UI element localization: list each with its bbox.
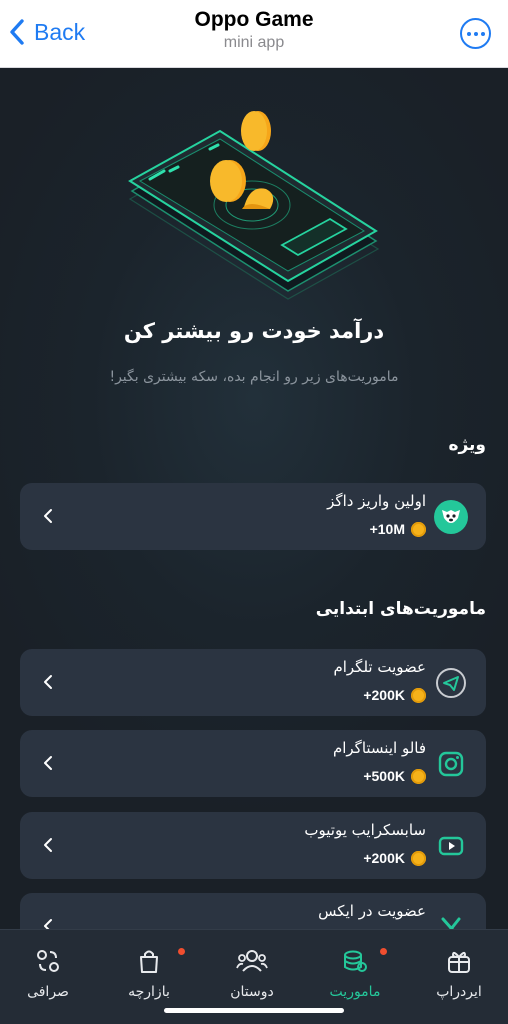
nav-label: صرافی [27, 984, 69, 1000]
nav-exchange[interactable]: صرافی [3, 946, 93, 1000]
reward-amount: +200K [363, 850, 405, 866]
chevron-left-icon [44, 756, 52, 770]
coin-icon [411, 850, 426, 866]
reward-amount: +200K [363, 687, 405, 703]
task-reward: +200K [363, 687, 426, 703]
app-title: Oppo Game [194, 8, 314, 31]
task-reward: +500K [363, 768, 426, 784]
task-name: سابسکرایب یوتیوب [304, 821, 426, 839]
task-card-x[interactable]: عضویت در ایکس [20, 893, 486, 929]
telegram-icon [434, 666, 468, 700]
notification-badge [380, 948, 387, 955]
task-name: عضویت تلگرام [333, 658, 426, 676]
instagram-icon [434, 747, 468, 781]
task-card-youtube[interactable]: سابسکرایب یوتیوب +200K [20, 812, 486, 879]
more-icon-dot [473, 31, 478, 36]
nav-missions[interactable]: ماموریت [310, 946, 400, 1000]
coin-icon [411, 768, 426, 784]
page-subheadline: ماموریت‌های زیر رو انجام بده، سکه بیشتری… [109, 369, 399, 385]
nav-label: ماموریت [329, 984, 381, 1000]
section-title-basic: ماموریت‌های ابتدایی [315, 599, 486, 619]
task-name: فالو اینستاگرام [332, 739, 426, 757]
notification-badge [178, 948, 185, 955]
chevron-left-icon [44, 509, 52, 523]
reward-amount: +10M [369, 521, 405, 537]
nav-label: بازارچه [128, 984, 170, 1000]
nav-friends[interactable]: دوستان [207, 946, 297, 1000]
task-reward: +200K [363, 850, 426, 866]
nav-airdrop[interactable]: ایردراپ [414, 946, 504, 1000]
youtube-icon [434, 829, 468, 863]
section-title-special: ویژه [448, 435, 486, 455]
task-card-telegram[interactable]: عضویت تلگرام +200K [20, 649, 486, 716]
missions-content: درآمد خودت رو بیشتر کن ماموریت‌های زیر ر… [0, 69, 508, 929]
home-indicator [164, 1008, 344, 1013]
bag-icon [104, 946, 194, 976]
coin-icon [411, 521, 426, 537]
friends-icon [207, 946, 297, 976]
task-card-instagram[interactable]: فالو اینستاگرام +500K [20, 730, 486, 797]
more-button[interactable] [460, 18, 491, 49]
title-block: Oppo Game mini app [0, 7, 508, 53]
page-headline: درآمد خودت رو بیشتر کن [123, 319, 385, 343]
reward-amount: +500K [363, 768, 405, 784]
coins-icon [310, 946, 400, 976]
chevron-left-icon [44, 675, 52, 689]
task-card-dogs-deposit[interactable]: اولین واریز داگز +10M [20, 483, 486, 550]
exchange-icon [3, 946, 93, 976]
chevron-left-icon [44, 838, 52, 852]
coin-icon [411, 687, 426, 703]
task-name: اولین واریز داگز [327, 492, 426, 510]
dogs-icon [434, 500, 468, 534]
chevron-left-icon [44, 919, 52, 929]
more-icon [466, 31, 471, 36]
x-icon [434, 910, 468, 929]
task-reward: +10M [370, 521, 426, 537]
nav-bazaar[interactable]: بازارچه [104, 946, 194, 1000]
gift-icon [414, 946, 504, 976]
nav-label: دوستان [230, 984, 274, 1000]
top-bar: Back Oppo Game mini app [0, 0, 508, 68]
phone-coins-illustration [128, 111, 380, 300]
app-subtitle: mini app [223, 34, 285, 51]
more-icon-dot [480, 31, 485, 36]
nav-label: ایردراپ [436, 984, 482, 1000]
task-name: عضویت در ایکس [318, 902, 426, 920]
